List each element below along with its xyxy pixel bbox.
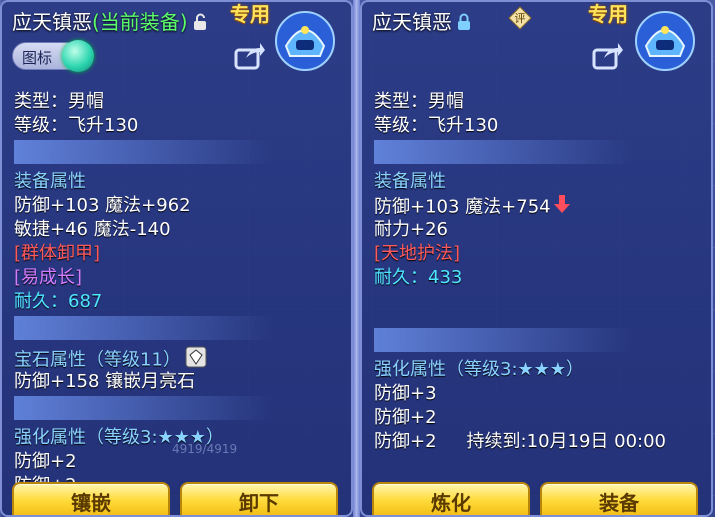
enhance-line-1: 防御+3 [374,383,437,404]
special-skill: [天地护法] [374,243,461,264]
item-details: 类型：男帽 等级：飞升130 装备属性 防御+103 魔法+962 敏捷+46 … [14,90,274,498]
item-name: 应天镇恶 [12,10,92,34]
divider [374,328,634,352]
attr-line-1-text: 防御+103 魔法+754 [374,196,551,218]
equip-attr-header: 装备属性 [374,171,446,192]
enhance-line-2: 防御+2 [374,407,437,428]
arrow-down-icon [553,194,571,221]
lock-open-icon[interactable] [192,12,208,36]
current-equipment-panel: 应天镇恶(当前装备) 专用 图标 类型：男帽 等级：飞升130 装备属性 防御+… [0,0,353,517]
rate-badge-text: 评 [515,12,526,25]
unequip-button[interactable]: 卸下 [180,482,338,515]
durability: 耐久：687 [14,291,103,312]
enhance-duration: 持续到:10月19日 00:00 [466,431,667,452]
divider [14,140,274,164]
toggle-knob[interactable] [62,40,94,72]
gem-header-text: 宝石属性（等级11） [14,349,181,371]
item-details: 类型：男帽 等级：飞升130 装备属性 防御+103 魔法+754 耐力+26 … [374,90,666,454]
divider [374,140,634,164]
divider [14,396,274,420]
equipped-status: (当前装备) [92,10,188,34]
attr-line-2: 敏捷+46 魔法-140 [14,219,171,240]
exclusive-label: 专用 [588,2,628,26]
equip-attr-header: 装备属性 [14,171,86,192]
item-name: 应天镇恶 [372,10,452,34]
item-level: 等级：飞升130 [14,115,139,136]
attr-line-1: 防御+103 魔法+962 [14,195,191,216]
divider [14,316,274,340]
item-type: 类型：男帽 [374,91,464,112]
item-type: 类型：男帽 [14,91,104,112]
rate-badge-icon[interactable]: 评 [508,6,532,30]
background-hp-text: 4919/4919 [172,442,238,456]
enhance-line-3-text: 防御+2 [374,431,437,452]
share-icon[interactable] [234,42,266,74]
helmet-avatar-icon [274,10,336,72]
gem-attr-header: 宝石属性（等级11） [14,346,274,371]
compare-equipment-panel: 应天镇恶 评 专用 类型：男帽 等级：飞升130 装备属性 防御+103 魔法+… [360,0,713,517]
refine-button[interactable]: 炼化 [372,482,530,515]
icon-toggle[interactable]: 图标 [12,40,94,72]
item-title: 应天镇恶 [372,6,472,36]
panel-divider [353,0,360,517]
attr-line-2: 耐力+26 [374,219,448,240]
item-level: 等级：飞升130 [374,115,499,136]
gem-line: 防御+158 镶嵌月亮石 [14,371,196,392]
special-effect: [易成长] [14,267,83,288]
inlay-button[interactable]: 镶嵌 [12,482,170,515]
share-icon[interactable] [592,42,624,74]
exclusive-label: 专用 [230,2,270,26]
attr-line-1: 防御+103 魔法+754 [374,194,666,218]
toggle-label: 图标 [22,49,53,67]
equip-button[interactable]: 装备 [540,482,698,515]
enhance-line-3: 防御+2 持续到:10月19日 00:00 [374,430,666,454]
special-skill: [群体卸甲] [14,243,101,264]
item-title: 应天镇恶(当前装备) [12,6,208,36]
helmet-avatar-icon [634,10,696,72]
enhance-attr-header: 强化属性（等级3:★★★） [374,359,584,380]
lock-icon[interactable] [456,12,472,36]
durability: 耐久：433 [374,267,463,288]
